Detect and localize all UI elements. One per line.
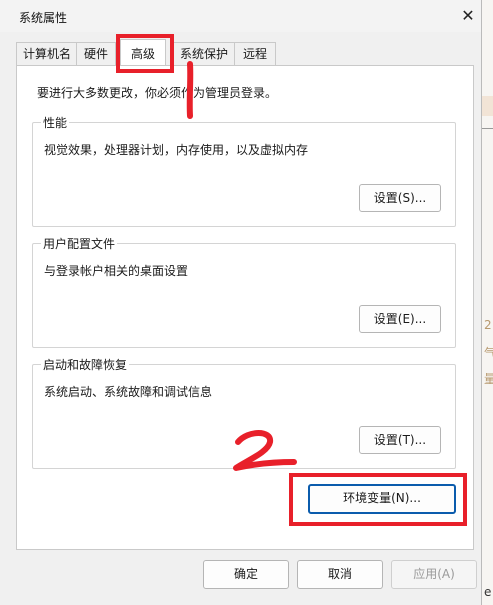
group-title: 性能 bbox=[41, 114, 70, 131]
tab-label: 远程 bbox=[242, 47, 267, 61]
background-text: 2 bbox=[484, 318, 492, 332]
background-bar bbox=[481, 96, 493, 116]
apply-button: 应用(A) bbox=[391, 560, 477, 589]
admin-notice: 要进行大多数更改，你必须作为管理员登录。 bbox=[37, 86, 278, 100]
background-text: 量 bbox=[484, 372, 493, 386]
annotation-number-2 bbox=[233, 430, 297, 471]
performance-settings-button[interactable]: 设置(S)... bbox=[359, 184, 441, 212]
tab-computer-name[interactable]: 计算机名 bbox=[16, 42, 78, 65]
annotation-number-1 bbox=[186, 61, 194, 119]
user-profiles-group: 用户配置文件 与登录帐户相关的桌面设置 设置(E)... bbox=[32, 235, 456, 348]
performance-group: 性能 视觉效果，处理器计划，内存使用，以及虚拟内存 设置(S)... bbox=[32, 114, 456, 227]
title-bar: 系统属性 ✕ bbox=[0, 0, 481, 32]
tab-hardware[interactable]: 硬件 bbox=[76, 42, 116, 65]
group-description: 与登录帐户相关的桌面设置 bbox=[44, 264, 189, 278]
group-title: 用户配置文件 bbox=[41, 235, 118, 252]
group-description: 视觉效果，处理器计划，内存使用，以及虚拟内存 bbox=[44, 143, 309, 157]
close-icon: ✕ bbox=[461, 6, 475, 25]
background-text: 气 bbox=[484, 346, 493, 360]
background-divider bbox=[481, 128, 493, 129]
annotation-box-advanced-tab bbox=[116, 34, 174, 73]
tab-label: 计算机名 bbox=[22, 47, 71, 61]
ok-button[interactable]: 确定 bbox=[203, 560, 289, 589]
group-description: 系统启动、系统故障和调试信息 bbox=[44, 385, 213, 399]
startup-recovery-settings-button[interactable]: 设置(T)... bbox=[359, 426, 441, 454]
background-text: e bbox=[484, 585, 492, 599]
background-window-fragment-right: 2 气 量 e bbox=[481, 0, 493, 605]
tab-label: 硬件 bbox=[83, 47, 108, 61]
annotation-box-environment-variables bbox=[289, 473, 467, 526]
tab-remote[interactable]: 远程 bbox=[234, 42, 276, 65]
group-title: 启动和故障恢复 bbox=[41, 356, 130, 373]
user-profiles-settings-button[interactable]: 设置(E)... bbox=[359, 305, 441, 333]
cancel-button[interactable]: 取消 bbox=[297, 560, 383, 589]
tab-label: 系统保护 bbox=[179, 47, 228, 61]
close-button[interactable]: ✕ bbox=[455, 3, 481, 29]
window-title: 系统属性 bbox=[19, 11, 68, 25]
